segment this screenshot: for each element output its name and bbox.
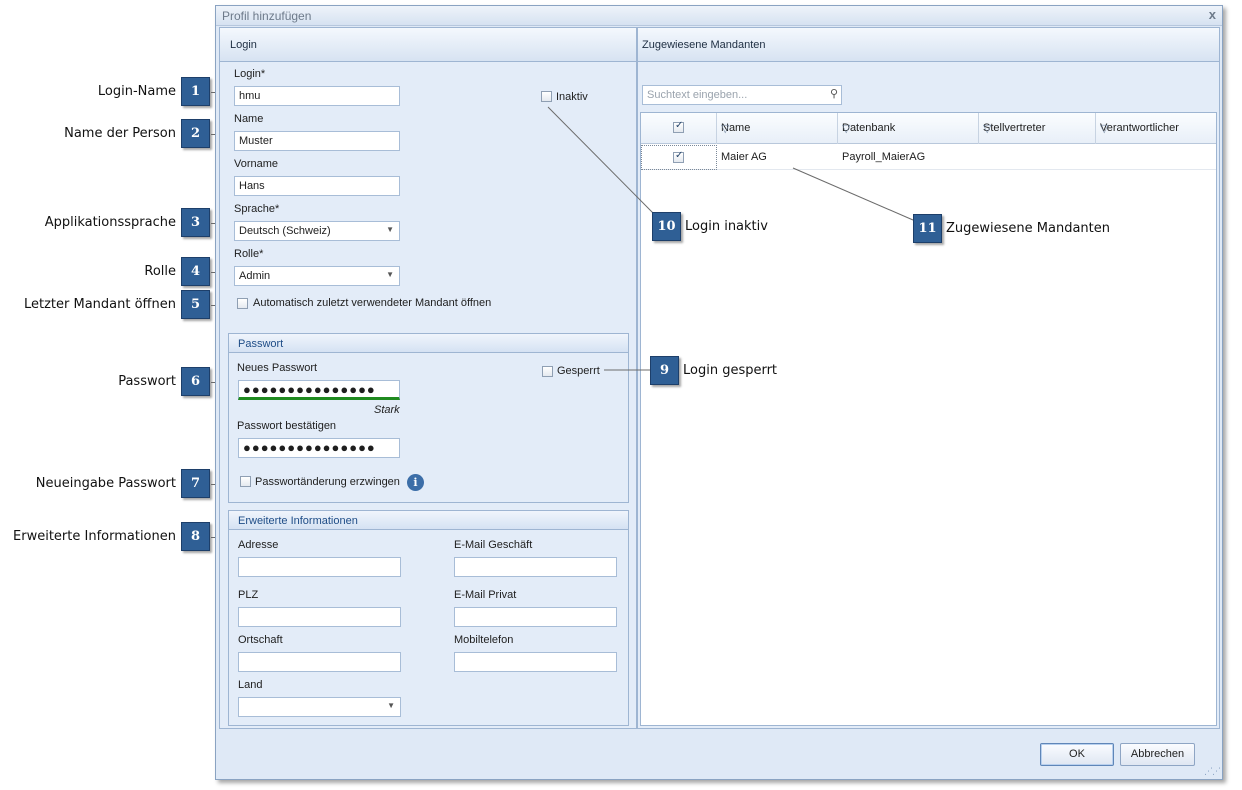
annotation-text: Zugewiesene Mandanten [946,221,1110,236]
annotation-text: Login gesperrt [683,363,778,378]
callout-line-11 [792,167,914,221]
annotation-badge: 10 [652,212,681,241]
callout-lines [547,106,914,371]
annotation-badge: 9 [650,356,679,385]
annotation-text: Login inaktiv [685,219,768,234]
callout-line-10 [547,106,655,215]
annotation-badge: 11 [913,214,942,243]
